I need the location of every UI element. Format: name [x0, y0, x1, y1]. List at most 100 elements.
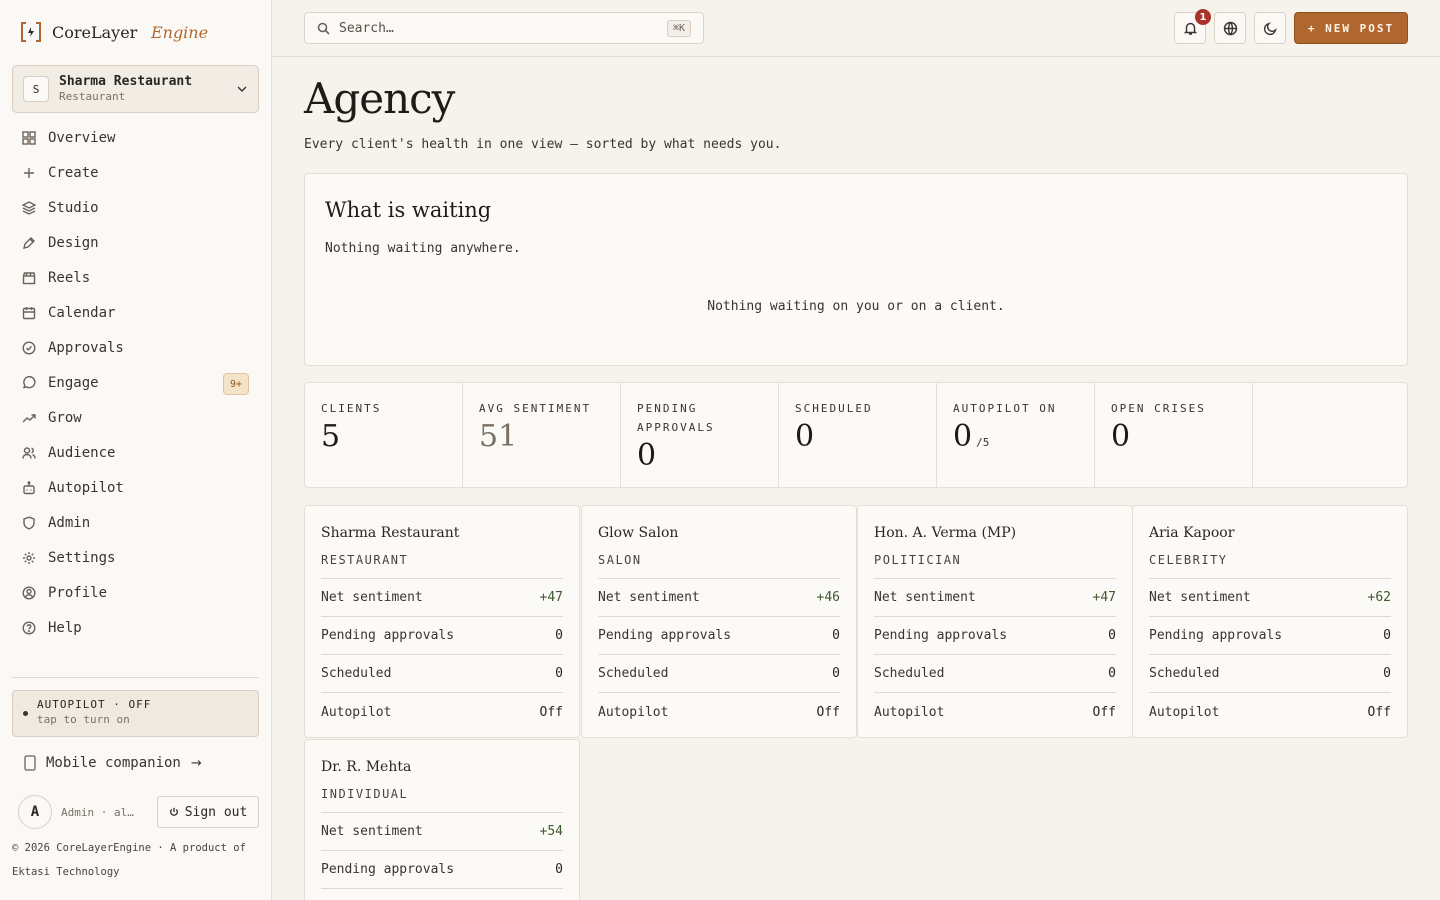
theme-toggle-button[interactable]: [1254, 12, 1286, 44]
sidebar-item-help[interactable]: Help: [12, 610, 259, 645]
notifications-button[interactable]: 1: [1174, 9, 1211, 44]
sidebar-item-overview[interactable]: Overview: [12, 120, 259, 155]
sidebar-item-profile[interactable]: Profile: [12, 575, 259, 610]
sidebar-item-calendar[interactable]: Calendar: [12, 295, 259, 330]
stat-label: SCHEDULED: [795, 402, 873, 415]
clapper-icon: [22, 271, 36, 284]
stat-clients: CLIENTS 5: [305, 383, 463, 487]
metric-value: +47: [539, 590, 563, 605]
search-input[interactable]: [339, 20, 658, 36]
metric-value: 0: [832, 666, 840, 681]
metric-value: +54: [539, 824, 563, 839]
metric-label: Net sentiment: [321, 590, 423, 605]
client-name: Sharma Restaurant: [321, 525, 460, 541]
waiting-title: What is waiting: [325, 198, 492, 222]
metric-pending-approvals: Pending approvals 0: [1149, 617, 1391, 655]
workspace-switcher[interactable]: S Sharma Restaurant Restaurant: [12, 65, 259, 113]
metric-value: Off: [816, 704, 840, 720]
stat-value: 0: [1111, 419, 1131, 454]
sidebar-item-engage[interactable]: Engage 9+: [12, 365, 259, 400]
metric-pending-approvals: Pending approvals 0: [598, 617, 840, 655]
stats-panel: CLIENTS 5 AVG SENTIMENT 51 PENDING APPRO…: [304, 382, 1408, 488]
metric-label: Net sentiment: [1149, 590, 1251, 605]
stat-denominator: /5: [976, 436, 990, 449]
metric-label: Scheduled: [1149, 666, 1220, 681]
stat-label: CLIENTS: [321, 402, 382, 415]
search-shortcut: ⌘K: [666, 19, 691, 37]
brand[interactable]: CoreLayer Engine: [20, 20, 208, 44]
sign-out-button[interactable]: Sign out: [157, 796, 259, 828]
sidebar-item-reels[interactable]: Reels: [12, 260, 259, 295]
waiting-subtitle: Nothing waiting anywhere.: [325, 241, 521, 256]
sidebar-nav: Overview Create Studio Design Reels Cale…: [12, 120, 259, 645]
sidebar-item-label: Profile: [48, 584, 108, 601]
metric-label: Scheduled: [321, 666, 392, 681]
metric-label: Autopilot: [321, 704, 392, 720]
metric-pending-approvals: Pending approvals 0: [321, 617, 563, 655]
client-name: Glow Salon: [598, 525, 679, 541]
calendar-icon: [22, 306, 36, 319]
new-post-button[interactable]: + NEW POST: [1294, 12, 1408, 44]
waiting-empty-state: Nothing waiting on you or on a client.: [707, 299, 1005, 314]
autopilot-status-dot: [23, 711, 28, 716]
sidebar-item-audience[interactable]: Audience: [12, 435, 259, 470]
metric-net-sentiment: Net sentiment +54: [321, 813, 563, 851]
sidebar-item-label: Grow: [48, 409, 82, 426]
bot-icon: [23, 480, 35, 494]
stat-value: 0: [953, 419, 973, 454]
client-card-hon-a-verma[interactable]: Hon. A. Verma (MP) POLITICIAN Net sentim…: [857, 505, 1133, 738]
trend-icon: [22, 413, 36, 422]
stat-scheduled: SCHEDULED 0: [779, 383, 937, 487]
metric-pending-approvals: Pending approvals 0: [321, 851, 563, 889]
sidebar-item-settings[interactable]: Settings: [12, 540, 259, 575]
metric-value: 0: [1108, 628, 1116, 643]
sidebar-item-label: Autopilot: [48, 479, 124, 496]
sidebar-item-label: Help: [48, 619, 82, 636]
metric-value: 0: [1383, 628, 1391, 643]
metric-label: Net sentiment: [874, 590, 976, 605]
autopilot-toggle[interactable]: AUTOPILOT · OFF tap to turn on: [12, 690, 259, 737]
sidebar-item-grow[interactable]: Grow: [12, 400, 259, 435]
phone-icon: [24, 755, 36, 771]
sidebar-item-create[interactable]: Create: [12, 155, 259, 190]
search-bar[interactable]: ⌘K: [304, 12, 704, 44]
brand-logo-icon: [21, 22, 41, 42]
avatar[interactable]: A: [18, 795, 52, 829]
sidebar-item-approvals[interactable]: Approvals: [12, 330, 259, 365]
stat-value: 0: [637, 438, 657, 473]
metric-value: +46: [816, 590, 840, 605]
stat-label: AVG SENTIMENT: [479, 402, 592, 415]
metric-value: 0: [1108, 666, 1116, 681]
workspace-avatar: S: [23, 76, 49, 102]
sidebar-item-label: Calendar: [48, 304, 116, 321]
stat-value-row: 0/5: [953, 420, 1094, 460]
client-card-aria-kapoor[interactable]: Aria Kapoor CELEBRITY Net sentiment +62 P…: [1132, 505, 1408, 738]
metric-value: 0: [555, 628, 563, 643]
sidebar-item-autopilot[interactable]: Autopilot: [12, 470, 259, 505]
globe-icon: [1223, 21, 1237, 35]
topbar: ⌘K 1 + NEW POST: [272, 0, 1440, 57]
shield-icon: [23, 515, 35, 530]
sidebar-item-design[interactable]: Design: [12, 225, 259, 260]
mobile-companion-link[interactable]: Mobile companion →: [24, 755, 202, 771]
workspace-type: Restaurant: [59, 90, 126, 103]
client-card-glow-salon[interactable]: Glow Salon SALON Net sentiment +46 Pendin…: [581, 505, 857, 738]
notification-count-badge: 1: [1195, 9, 1211, 25]
client-card-dr-r-mehta[interactable]: Dr. R. Mehta INDIVIDUAL Net sentiment +54…: [304, 739, 580, 900]
sidebar-item-label: Admin: [48, 514, 91, 531]
chevron-down-icon: [237, 86, 247, 92]
metric-label: Net sentiment: [598, 590, 700, 605]
stat-value: 51: [479, 419, 518, 454]
metric-autopilot: Autopilot Off: [321, 693, 563, 731]
metric-label: Pending approvals: [321, 862, 455, 877]
stat-label: PENDING APPROVALS: [637, 402, 715, 434]
metric-label: Net sentiment: [321, 824, 423, 839]
language-button[interactable]: [1214, 12, 1246, 44]
client-card-sharma-restaurant[interactable]: Sharma Restaurant RESTAURANT Net sentime…: [304, 505, 580, 738]
waiting-panel: What is waiting Nothing waiting anywhere…: [304, 173, 1408, 366]
sidebar-item-admin[interactable]: Admin: [12, 505, 259, 540]
page-subtitle: Every client's health in one view — sort…: [304, 137, 782, 152]
user-name: Admin · al…: [61, 805, 134, 819]
sidebar-item-studio[interactable]: Studio: [12, 190, 259, 225]
client-name: Hon. A. Verma (MP): [874, 525, 1017, 541]
